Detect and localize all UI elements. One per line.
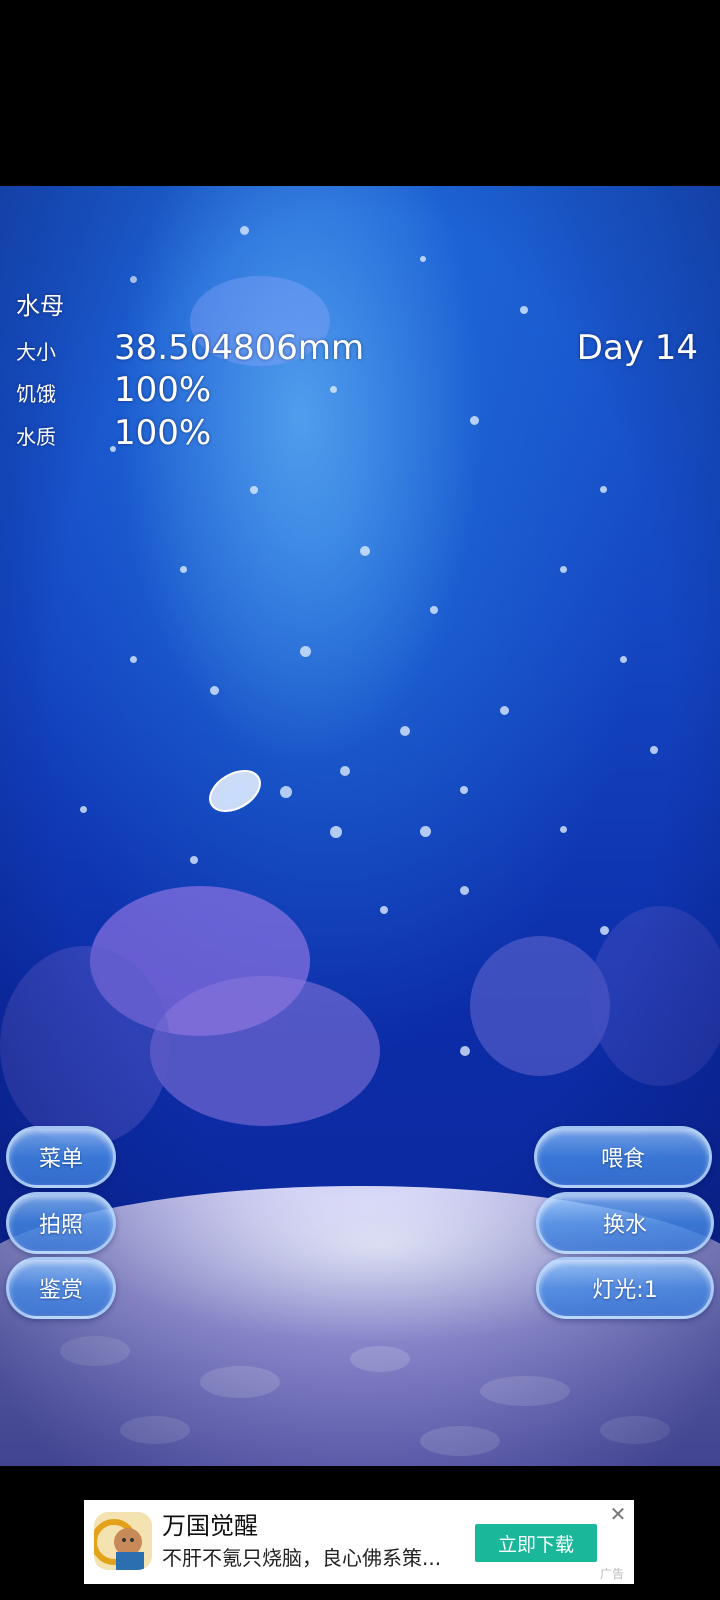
water-quality-label: 水质 bbox=[16, 425, 56, 449]
ad-description[interactable]: 不肝不氪只烧脑，良心佛系策... bbox=[162, 1542, 462, 1571]
top-black-bar bbox=[0, 0, 720, 186]
day-counter: Day 14 bbox=[576, 328, 698, 368]
change-water-button[interactable]: 换水 bbox=[536, 1192, 714, 1254]
photo-button[interactable]: 拍照 bbox=[6, 1192, 116, 1254]
download-button[interactable]: 立即下载 bbox=[475, 1524, 597, 1562]
aquarium-scene[interactable]: 水母 大小 38.504806mm 饥饿 100% 水质 100% Day 14… bbox=[0, 186, 720, 1466]
size-label: 大小 bbox=[16, 340, 56, 364]
hunger-label: 饥饿 bbox=[16, 382, 56, 406]
hunger-value: 100% bbox=[114, 370, 212, 410]
menu-button[interactable]: 菜单 bbox=[6, 1126, 116, 1188]
gallery-button[interactable]: 鉴赏 bbox=[6, 1257, 116, 1319]
ad-banner[interactable]: 万国觉醒 不肝不氪只烧脑，良心佛系策... 立即下载 ✕ 广告 bbox=[84, 1500, 634, 1584]
water-quality-value: 100% bbox=[114, 413, 212, 453]
game-icon[interactable] bbox=[94, 1512, 152, 1570]
ad-title[interactable]: 万国觉醒 bbox=[162, 1506, 258, 1541]
feed-button[interactable]: 喂食 bbox=[534, 1126, 712, 1188]
ad-label: 广告 bbox=[599, 1567, 624, 1581]
size-value: 38.504806mm bbox=[114, 328, 365, 368]
close-icon[interactable]: ✕ bbox=[608, 1504, 628, 1524]
stat-title: 水母 bbox=[16, 292, 64, 320]
light-button[interactable]: 灯光:1 bbox=[536, 1257, 714, 1319]
